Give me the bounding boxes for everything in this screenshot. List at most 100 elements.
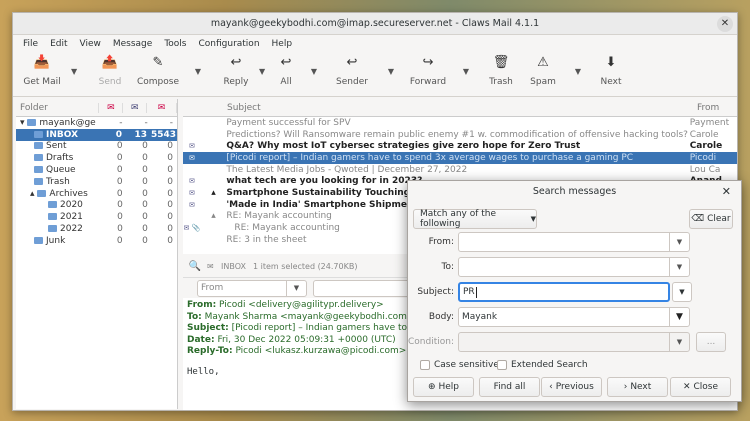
subject-dropdown[interactable]: ▼ <box>672 282 692 302</box>
menu-view[interactable]: View <box>74 39 107 49</box>
spam-button[interactable]: ⚠ Spam <box>521 55 565 87</box>
to-field[interactable]: ▼ <box>458 257 690 277</box>
help-button[interactable]: ⊕ Help <box>413 377 474 397</box>
forward-menu-arrow[interactable]: ▼ <box>451 67 481 76</box>
case-sensitive-checkbox[interactable]: Case sensitive <box>420 360 499 370</box>
folder-icon <box>48 225 57 233</box>
close-button[interactable]: ✕ Close <box>670 377 731 397</box>
chevron-right-icon: › <box>623 382 628 392</box>
dialog-title-bar: Search messages ✕ <box>408 181 741 203</box>
folder-row-sent[interactable]: Sent 0 0 0 <box>16 141 177 153</box>
menu-tools[interactable]: Tools <box>158 39 192 49</box>
collapse-arrow-icon[interactable]: ▾ <box>20 118 25 128</box>
menu-edit[interactable]: Edit <box>44 39 73 49</box>
body-field[interactable]: Mayank ▼ <box>458 307 690 327</box>
total-column-icon[interactable]: ✉ <box>147 102 177 113</box>
send-icon: 📤 <box>101 55 119 70</box>
inbox-icon: 📥 <box>33 55 51 70</box>
folder-row-trash[interactable]: Trash 0 0 0 <box>16 176 177 188</box>
send-button[interactable]: 📤 Send <box>87 55 133 87</box>
subject-field[interactable]: PR <box>458 282 670 302</box>
get-mail-menu-arrow[interactable]: ▼ <box>71 67 87 76</box>
subject-column-header[interactable]: Subject <box>227 103 697 113</box>
message-row[interactable]: The Latest Media Jobs - Qwoted | Decembe… <box>183 164 737 176</box>
message-row-selected[interactable]: ✉ [Picodi report] – Indian gamers have to… <box>183 152 737 164</box>
menu-file[interactable]: File <box>17 39 44 49</box>
message-row[interactable]: Predictions? Will Ransomware remain publ… <box>183 129 737 141</box>
folder-row-2022[interactable]: 2022 0 0 0 <box>16 223 177 235</box>
unread-mail-icon: ✉ <box>188 200 195 209</box>
condition-field[interactable]: ▼ <box>458 332 690 352</box>
thread-collapse-icon[interactable]: ▴ <box>201 188 227 198</box>
body-row: Body: Mayank ▼ <box>408 307 690 327</box>
search-dialog: Search messages ✕ Match any of the follo… <box>407 180 742 402</box>
extended-search-checkbox[interactable]: Extended Search <box>497 360 588 370</box>
folder-row-queue[interactable]: Queue 0 0 0 <box>16 164 177 176</box>
chevron-down-icon[interactable]: ▼ <box>669 258 689 276</box>
unread-mail-icon: ✉ <box>188 142 195 151</box>
sender-menu-arrow[interactable]: ▼ <box>377 67 405 76</box>
trash-button[interactable]: 🗑 Trash <box>481 55 521 87</box>
reply-all-menu-arrow[interactable]: ▼ <box>301 67 327 76</box>
drafts-folder-icon <box>34 154 43 162</box>
reply-all-button[interactable]: ↩ All <box>271 55 301 87</box>
menu-help[interactable]: Help <box>266 39 299 49</box>
reply-sender-icon: ↩ <box>346 55 358 70</box>
find-all-button[interactable]: Find all <box>479 377 540 397</box>
folder-row-2021[interactable]: 2021 0 0 0 <box>16 211 177 223</box>
folder-icon <box>48 213 57 221</box>
folder-row-account[interactable]: ▾ mayank@ge - - - <box>16 117 177 129</box>
next-search-button[interactable]: › Next <box>607 377 668 397</box>
close-icon[interactable]: ✕ <box>722 181 731 203</box>
folder-row-2020[interactable]: 2020 0 0 0 <box>16 200 177 212</box>
reply-button[interactable]: ↩ Reply <box>213 55 259 87</box>
archive-folder-icon <box>37 189 47 197</box>
text-cursor <box>475 286 477 298</box>
compose-button[interactable]: ✎ Compose <box>133 55 183 87</box>
from-column-header[interactable]: From <box>697 103 737 113</box>
toolbar: 📥 Get Mail ▼ 📤 Send ✎ Compose ▼ ↩ Reply ▼ ↩ A… <box>13 53 737 97</box>
compose-menu-arrow[interactable]: ▼ <box>183 67 213 76</box>
spam-menu-arrow[interactable]: ▼ <box>565 67 591 76</box>
menu-message[interactable]: Message <box>107 39 158 49</box>
next-button[interactable]: ⬇ Next <box>591 55 631 87</box>
chevron-left-icon: ‹ <box>549 382 553 392</box>
help-icon: ⊕ <box>427 382 436 392</box>
chevron-down-icon[interactable]: ▼ <box>669 233 689 251</box>
message-row[interactable]: ✉ Q&A? Why most IoT cybersec strategies g… <box>183 140 737 152</box>
trash-folder-icon <box>34 177 43 185</box>
close-icon: ✕ <box>682 382 691 392</box>
thread-collapse-icon[interactable]: ▴ <box>201 211 227 221</box>
folder-row-inbox[interactable]: INBOX 0 13 5543 <box>16 128 177 141</box>
search-icon[interactable]: 🔍 <box>183 261 207 272</box>
message-list-header: Subject From <box>183 99 737 117</box>
to-row: To: ▼ <box>408 257 690 277</box>
get-mail-button[interactable]: 📥 Get Mail <box>13 55 71 87</box>
folder-column-header[interactable]: Folder <box>16 102 100 113</box>
collapse-arrow-icon[interactable]: ▴ <box>30 189 35 199</box>
window-close-button[interactable]: ✕ <box>717 16 733 32</box>
folder-row-junk[interactable]: Junk 0 0 0 <box>16 235 177 247</box>
reply-menu-arrow[interactable]: ▼ <box>259 67 271 76</box>
folder-row-archives[interactable]: ▴ Archives 0 0 0 <box>16 188 177 200</box>
forward-button[interactable]: ↪ Forward <box>405 55 451 87</box>
compose-icon: ✎ <box>152 55 164 70</box>
condition-edit-button[interactable]: ... <box>696 332 726 352</box>
message-row[interactable]: Payment successful for SPV Payment <box>183 117 737 129</box>
quick-search-type-select[interactable]: From ▼ <box>197 279 307 297</box>
new-column-icon[interactable]: ✉ <box>123 102 148 113</box>
folder-row-drafts[interactable]: Drafts 0 0 0 <box>16 152 177 164</box>
match-mode-select[interactable]: Match any of the following ▼ <box>413 209 537 229</box>
from-field[interactable]: ▼ <box>458 232 690 252</box>
reply-sender-button[interactable]: ↩ Sender <box>327 55 377 87</box>
clear-button[interactable]: ⌫ Clear <box>689 209 733 229</box>
unread-column-icon[interactable]: ✉ <box>99 102 124 113</box>
junk-folder-icon <box>34 236 43 244</box>
subject-row: Subject: PR ▼ <box>408 282 692 302</box>
menu-configuration[interactable]: Configuration <box>192 39 265 49</box>
spam-icon: ⚠ <box>537 55 549 70</box>
mailbox-icon <box>27 118 37 126</box>
chevron-down-icon[interactable]: ▼ <box>669 308 689 326</box>
attachment-icon: ✉ 📎 <box>183 224 201 233</box>
previous-button[interactable]: ‹ Previous <box>541 377 602 397</box>
